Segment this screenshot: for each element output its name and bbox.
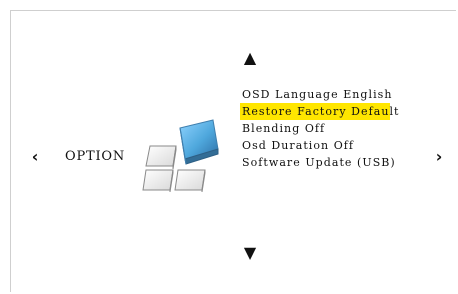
menu-item-osd-language[interactable]: OSD Language English — [240, 86, 396, 103]
menu-item-blending[interactable]: Blending Off — [240, 120, 396, 137]
menu-item-osd-duration[interactable]: Osd Duration Off — [240, 137, 396, 154]
page-title: OPTION — [65, 149, 126, 164]
tiles-icon — [142, 119, 219, 192]
triangle-down-icon[interactable]: ▼ — [239, 244, 261, 262]
chevron-right-icon[interactable]: › — [432, 148, 446, 166]
triangle-up-icon[interactable]: ▲ — [239, 49, 261, 67]
chevron-left-icon[interactable]: ‹ — [28, 148, 42, 166]
option-menu: OSD Language English Restore Factory Def… — [240, 86, 398, 171]
menu-item-software-update[interactable]: Software Update (USB) — [240, 154, 396, 171]
menu-item-restore-factory-default[interactable]: Restore Factory Default — [240, 103, 398, 120]
